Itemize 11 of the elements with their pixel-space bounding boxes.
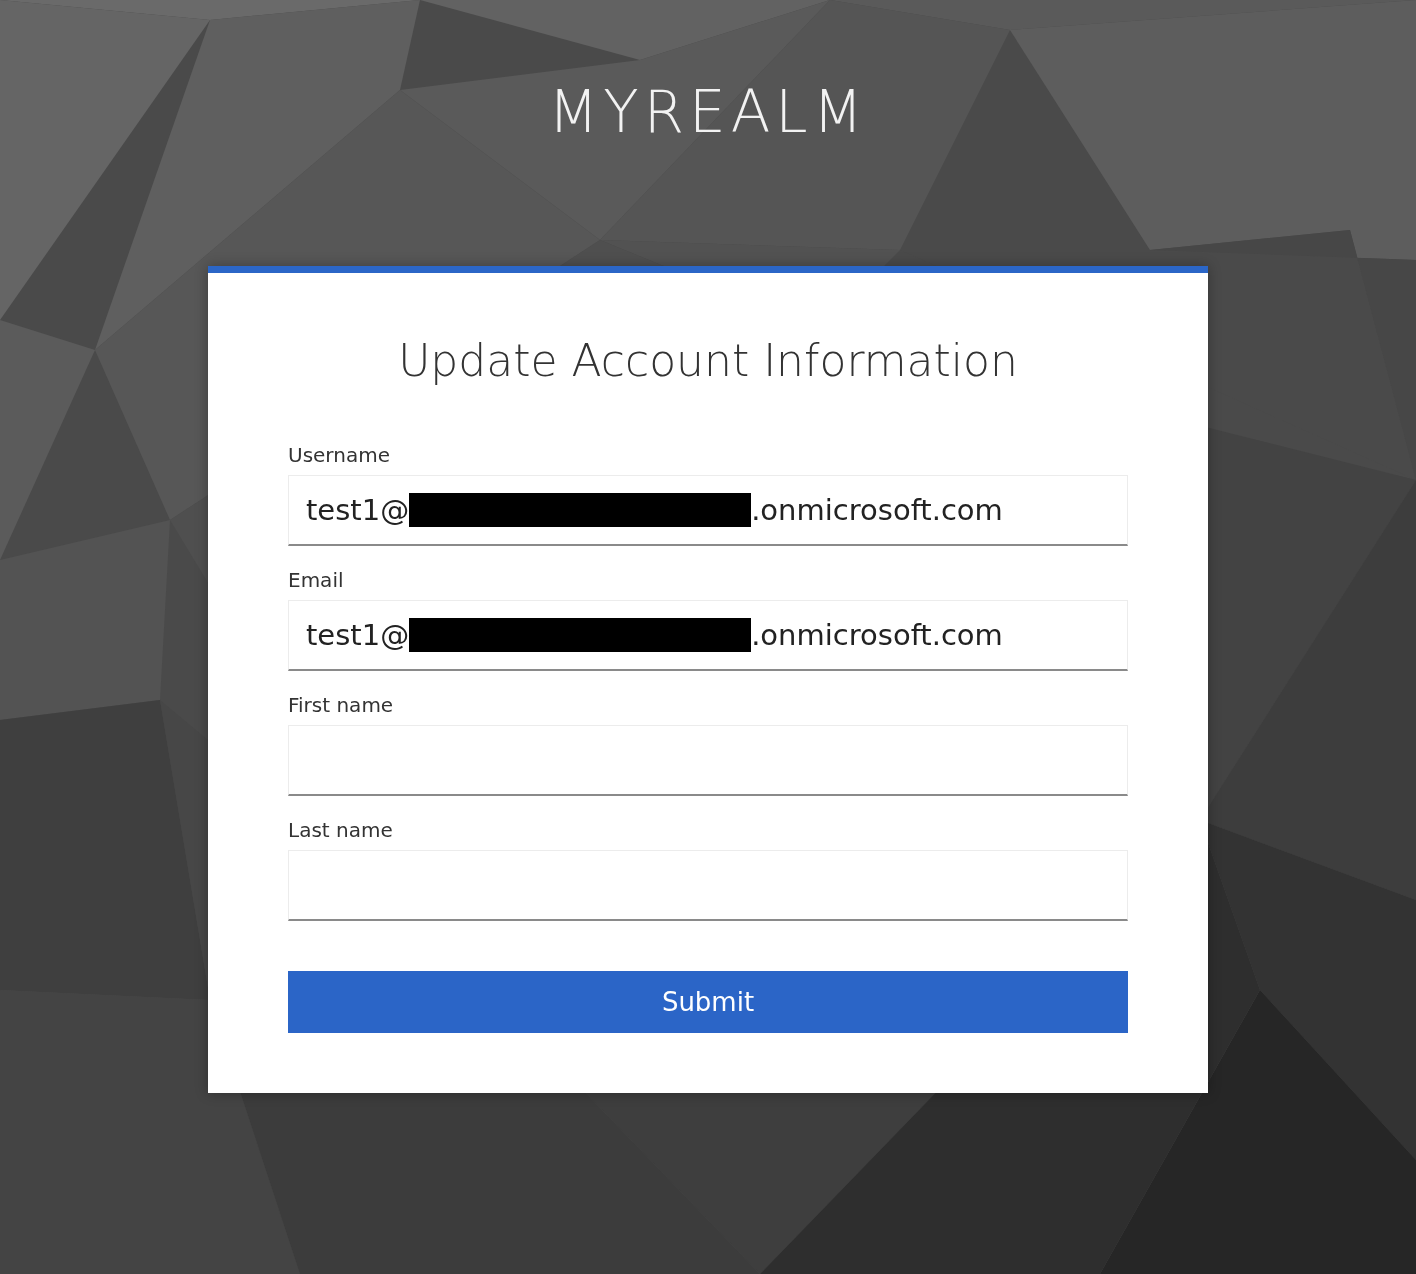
submit-button[interactable]: Submit bbox=[288, 971, 1128, 1033]
input-field[interactable] bbox=[288, 725, 1128, 796]
field-label: Username bbox=[288, 443, 391, 467]
input-field[interactable]: test1@ .onmicrosoft.com bbox=[288, 600, 1128, 671]
field-label: First name bbox=[288, 693, 395, 717]
input-field[interactable] bbox=[288, 850, 1128, 921]
realm-title: MYREALM bbox=[548, 80, 868, 144]
form-title: Update Account Information bbox=[397, 334, 1019, 388]
field-label: Email bbox=[288, 568, 345, 592]
input-field[interactable]: test1@ .onmicrosoft.com bbox=[288, 475, 1128, 546]
field-label: Last name bbox=[288, 818, 394, 842]
